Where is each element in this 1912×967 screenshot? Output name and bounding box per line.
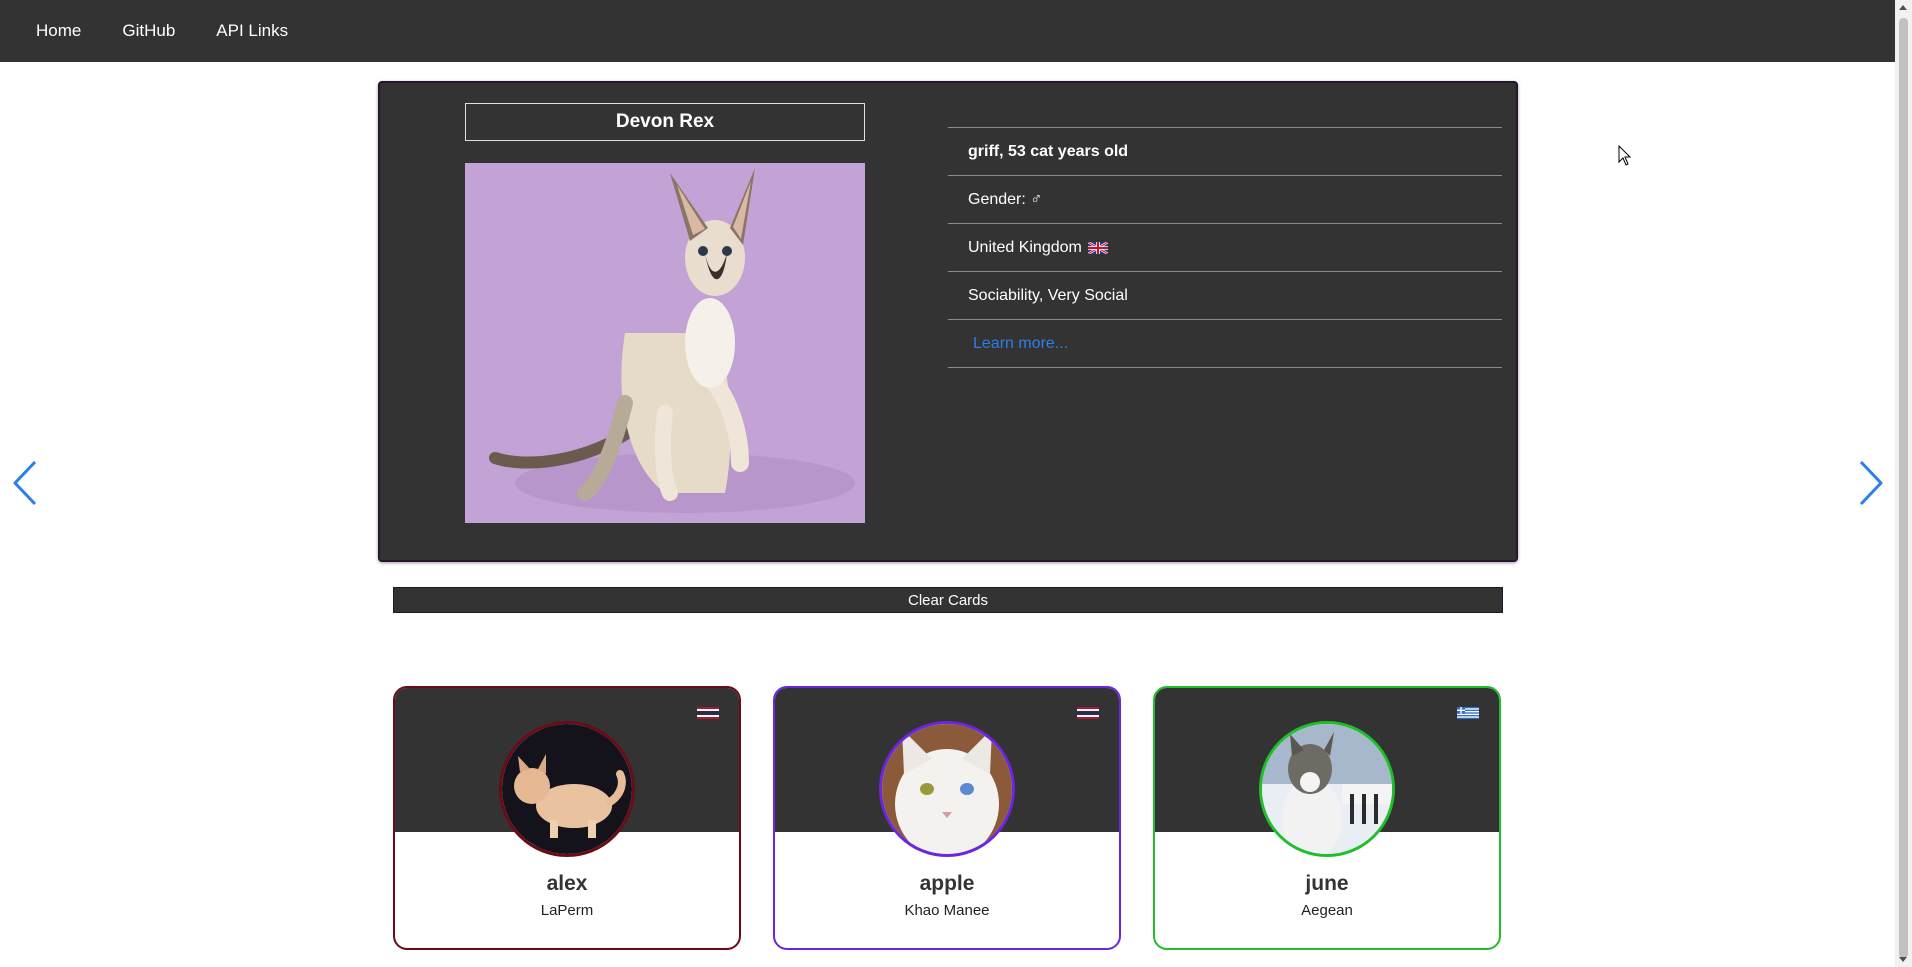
- cat-name-age-text: griff, 53 cat years old: [968, 142, 1129, 160]
- carousel-prev-button[interactable]: [10, 460, 40, 506]
- nav-github-link[interactable]: GitHub: [122, 21, 175, 41]
- uk-flag-icon: [1087, 241, 1108, 254]
- cat-info-list: griff, 53 cat years old Gender: ♂ United…: [948, 127, 1502, 368]
- thailand-flag-icon: [697, 707, 719, 719]
- page-scrollbar[interactable]: [1895, 0, 1912, 967]
- scroll-up-arrow-icon[interactable]: [1899, 5, 1907, 10]
- cat-origin: United Kingdom: [948, 224, 1502, 272]
- cat-temperament: Sociability, Very Social: [948, 272, 1502, 320]
- devon-rex-illustration: [465, 163, 865, 523]
- mouse-cursor-icon: [1618, 145, 1632, 166]
- carousel-next-button[interactable]: [1856, 460, 1886, 506]
- cat-origin-text: United Kingdom: [968, 238, 1082, 256]
- featured-cat-card: Devon Rex griff, 53 cat years old Gender…: [378, 81, 1518, 562]
- learn-more-row: Learn more...: [948, 320, 1502, 368]
- chevron-right-icon: [1859, 460, 1883, 506]
- card-cat-breed: LaPerm: [540, 902, 594, 919]
- cat-card-june[interactable]: june Aegean: [1153, 686, 1501, 950]
- greece-flag-icon: [1457, 707, 1479, 719]
- card-cat-breed: Aegean: [1301, 902, 1353, 919]
- cat-card-alex[interactable]: alex LaPerm: [393, 686, 741, 950]
- card-cat-name: apple: [919, 872, 975, 895]
- cat-temperament-text: Sociability, Very Social: [968, 286, 1128, 304]
- cat-gender: Gender: ♂: [948, 176, 1502, 224]
- thailand-flag-icon: [1077, 707, 1099, 719]
- cat-avatar: [499, 721, 635, 857]
- cat-card-apple[interactable]: apple Khao Manee: [773, 686, 1121, 950]
- nav-api-links-link[interactable]: API Links: [216, 21, 288, 41]
- scroll-thumb[interactable]: [1899, 18, 1908, 958]
- cat-avatar: [1259, 721, 1395, 857]
- cat-gender-text: Gender: ♂: [968, 190, 1043, 208]
- cat-photo: [465, 163, 865, 523]
- card-cat-breed: Khao Manee: [904, 902, 990, 919]
- cat-name-age: griff, 53 cat years old: [948, 128, 1502, 176]
- scroll-down-arrow-icon[interactable]: [1899, 957, 1907, 962]
- chevron-left-icon: [13, 460, 37, 506]
- learn-more-link[interactable]: Learn more...: [973, 335, 1068, 353]
- card-cat-name: june: [1305, 872, 1349, 895]
- nav-home-link[interactable]: Home: [36, 21, 81, 41]
- cat-avatar: [879, 721, 1015, 857]
- clear-cards-button[interactable]: Clear Cards: [393, 587, 1503, 613]
- card-cat-name: alex: [546, 872, 588, 895]
- top-navbar: Home GitHub API Links: [0, 0, 1895, 62]
- breed-title: Devon Rex: [465, 103, 865, 141]
